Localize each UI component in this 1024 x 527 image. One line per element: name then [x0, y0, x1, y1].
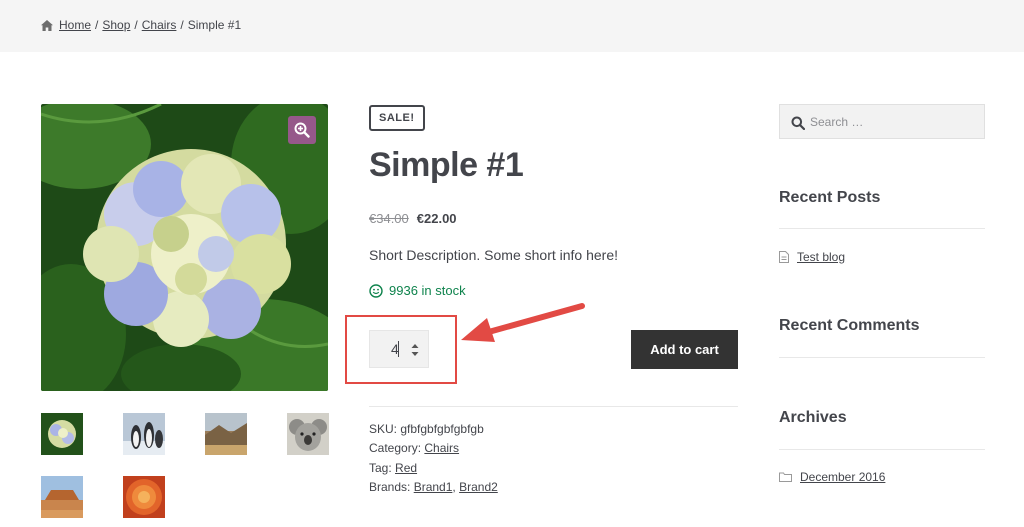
breadcrumb-home-link[interactable]: Home: [59, 18, 91, 32]
recent-post-item: Test blog: [779, 250, 845, 264]
product-main-image[interactable]: [41, 104, 328, 391]
add-to-cart-button[interactable]: Add to cart: [631, 330, 738, 369]
recent-comments-title: Recent Comments: [779, 317, 920, 334]
search-field[interactable]: [779, 104, 985, 139]
thumbnail-landscape[interactable]: [205, 413, 247, 455]
thumbnail-koala[interactable]: [287, 413, 329, 455]
breadcrumb-current: Simple #1: [187, 18, 242, 32]
stock-status: 9936 in stock: [369, 283, 466, 298]
quantity-spinner-icon[interactable]: [408, 339, 422, 361]
product-title: Simple #1: [369, 146, 524, 184]
annotation-arrow-icon: [461, 303, 585, 342]
breadcrumb-shop-link[interactable]: Shop: [102, 18, 130, 32]
brand-separator: ,: [452, 480, 456, 494]
archives-title: Archives: [779, 409, 847, 426]
tag-label: Tag:: [369, 461, 392, 475]
home-icon: [41, 19, 53, 31]
quantity-input[interactable]: 4: [369, 330, 429, 368]
product-price: €34.00 €22.00: [369, 211, 457, 226]
thumbnail-desert[interactable]: [41, 476, 83, 518]
thumbnail-hydrangea[interactable]: [41, 413, 83, 455]
zoom-button[interactable]: [288, 116, 316, 144]
product-category: Category: Chairs: [369, 441, 459, 455]
breadcrumb-separator: /: [180, 18, 184, 32]
document-icon: [779, 251, 789, 263]
recent-posts-title: Recent Posts: [779, 189, 881, 206]
breadcrumb: Home / Shop / Chairs / Simple #1: [41, 18, 241, 32]
product-tag: Tag: Red: [369, 461, 417, 475]
old-price: €34.00: [369, 211, 409, 226]
archive-link[interactable]: December 2016: [800, 470, 885, 484]
breadcrumb-separator: /: [95, 18, 99, 32]
widget-divider: [779, 357, 985, 358]
recent-post-link[interactable]: Test blog: [797, 250, 845, 264]
folder-icon: [779, 472, 792, 482]
product-brands: Brands: Brand1, Brand2: [369, 480, 498, 494]
zoom-in-icon: [294, 122, 310, 138]
search-input[interactable]: [810, 112, 980, 132]
brands-label: Brands:: [369, 480, 411, 494]
brand1-link[interactable]: Brand1: [414, 480, 453, 494]
product-sku: SKU: gfbfgbfgbfgbfgb: [369, 422, 484, 436]
brand2-link[interactable]: Brand2: [459, 480, 498, 494]
meta-divider: [369, 406, 738, 407]
widget-divider: [779, 449, 985, 450]
text-caret: [398, 341, 399, 357]
archive-item: December 2016: [779, 470, 885, 484]
smiley-icon: [369, 283, 383, 298]
tag-link[interactable]: Red: [395, 461, 417, 475]
category-link[interactable]: Chairs: [424, 441, 459, 455]
breadcrumb-separator: /: [134, 18, 138, 32]
breadcrumb-bar: Home / Shop / Chairs / Simple #1: [0, 0, 1024, 52]
breadcrumb-category-link[interactable]: Chairs: [142, 18, 177, 32]
widget-divider: [779, 228, 985, 229]
thumbnail-chrysanthemum[interactable]: [123, 476, 165, 518]
sale-badge: SALE!: [369, 105, 425, 131]
category-label: Category:: [369, 441, 422, 455]
short-description: Short Description. Some short info here!: [369, 247, 619, 263]
thumbnail-penguins[interactable]: [123, 413, 165, 455]
sale-price: €22.00: [416, 211, 457, 226]
sku-value: gfbfgbfgbfgbfgb: [400, 422, 484, 436]
search-icon: [791, 116, 805, 130]
sku-label: SKU:: [369, 422, 398, 436]
